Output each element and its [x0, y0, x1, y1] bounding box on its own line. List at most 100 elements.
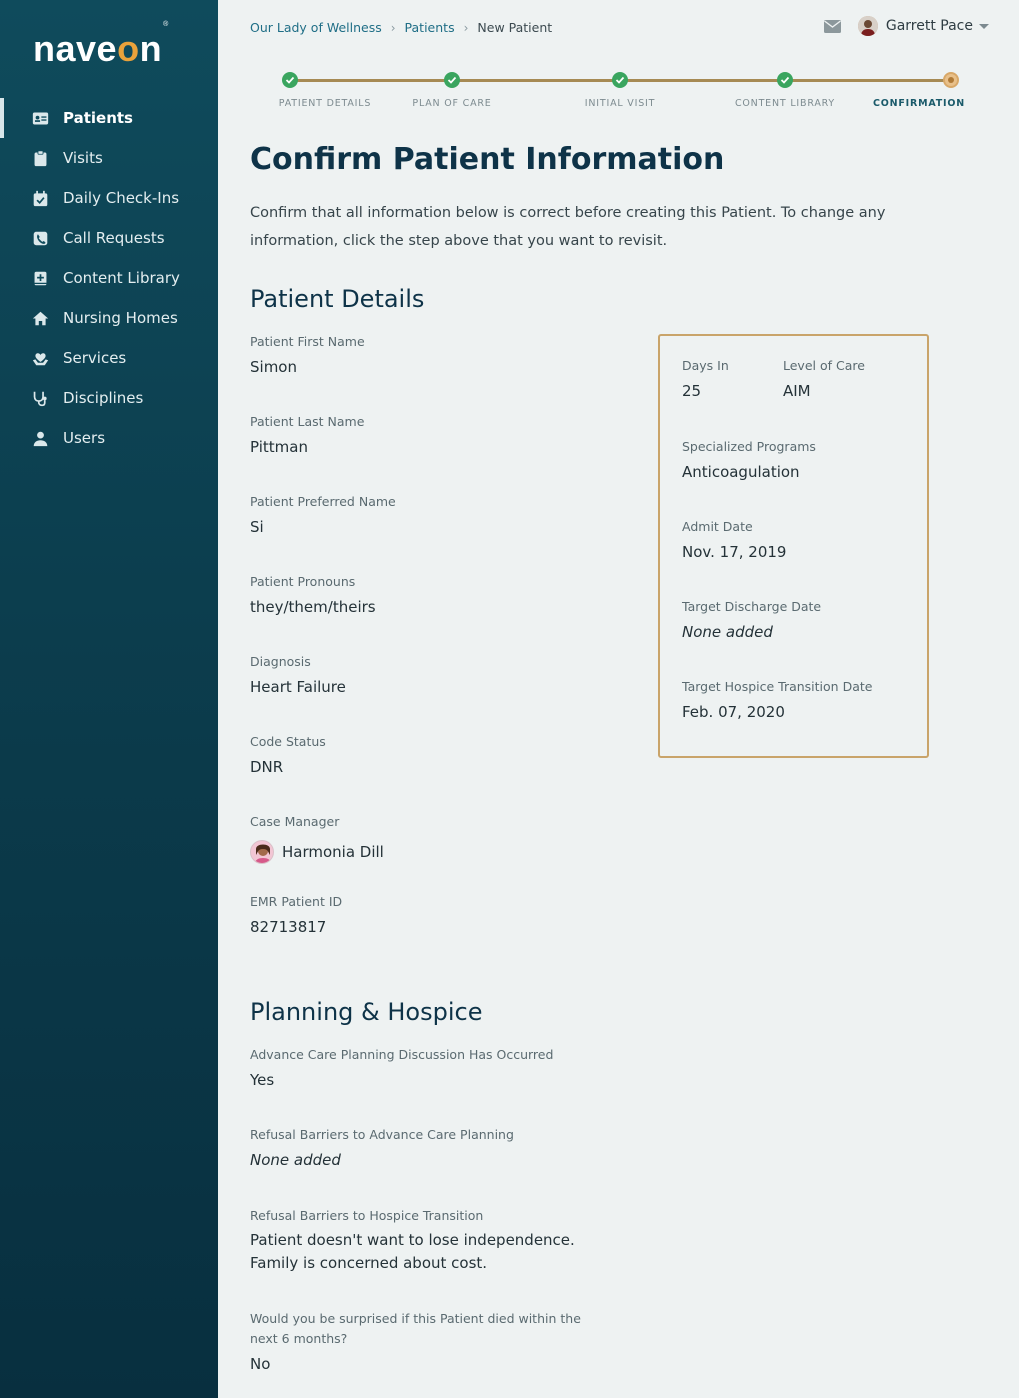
- user-icon: [31, 429, 49, 447]
- step-patient-details-check-icon[interactable]: [282, 72, 298, 88]
- field-label: Code Status: [250, 734, 326, 749]
- breadcrumb-patients-link[interactable]: Patients: [405, 20, 455, 35]
- field-label: Advance Care Planning Discussion Has Occ…: [250, 1047, 554, 1062]
- field-label: Diagnosis: [250, 654, 311, 669]
- sidebar-item-content-library[interactable]: Content Library: [0, 258, 218, 298]
- field-label: Refusal Barriers to Hospice Transition: [250, 1208, 484, 1223]
- chevron-down-icon[interactable]: [979, 23, 989, 29]
- field-last-name: Patient Last Name Pittman: [250, 414, 610, 456]
- question-line: Would you be surprised if this Patient d…: [250, 1311, 581, 1326]
- step-plan-of-care-check-icon[interactable]: [444, 72, 460, 88]
- step-initial-visit-check-icon[interactable]: [612, 72, 628, 88]
- field-value: Simon: [250, 358, 297, 376]
- field-level-of-care: Level of Care AIM: [783, 358, 865, 400]
- step-confirmation-current-indicator[interactable]: [943, 72, 959, 88]
- sidebar-item-label: Nursing Homes: [63, 309, 178, 327]
- field-target-hospice-date: Target Hospice Transition Date Feb. 07, …: [682, 679, 872, 721]
- chevron-right-icon: ›: [390, 20, 396, 35]
- sidebar-item-label: Content Library: [63, 269, 180, 287]
- field-value: Yes: [250, 1071, 275, 1089]
- sidebar-item-patients[interactable]: Patients: [0, 98, 218, 138]
- chevron-right-icon: ›: [463, 20, 469, 35]
- breadcrumb-org-link[interactable]: Our Lady of Wellness: [250, 20, 382, 35]
- step-label-patient-details[interactable]: Patient Details: [279, 98, 371, 109]
- field-first-name: Patient First Name Simon: [250, 334, 610, 376]
- sidebar-item-disciplines[interactable]: Disciplines: [0, 378, 218, 418]
- field-preferred-name: Patient Preferred Name Si: [250, 494, 610, 536]
- field-label: Target Discharge Date: [682, 599, 822, 614]
- field-target-discharge-date: Target Discharge Date None added: [682, 599, 821, 641]
- field-label: Days In: [682, 358, 729, 373]
- step-content-library-check-icon[interactable]: [777, 72, 793, 88]
- field-label: Target Hospice Transition Date: [682, 679, 873, 694]
- section-heading-patient-details: Patient Details: [250, 285, 425, 313]
- field-value: Pittman: [250, 438, 308, 456]
- field-value: Anticoagulation: [682, 463, 800, 481]
- field-value: None added: [250, 1151, 341, 1169]
- field-hospice-barriers: Refusal Barriers to Hospice Transition P…: [250, 1208, 650, 1275]
- sidebar-item-users[interactable]: Users: [0, 418, 218, 458]
- barrier-line: Family is concerned about cost.: [250, 1254, 488, 1272]
- admission-summary-card: Days In 25 Level of Care AIM Specialized…: [658, 334, 929, 758]
- page-title: Confirm Patient Information: [250, 142, 725, 177]
- field-surprise-question: Would you be surprised if this Patient d…: [250, 1309, 650, 1373]
- breadcrumb: Our Lady of Wellness › Patients › New Pa…: [250, 20, 552, 35]
- field-value: 82713817: [250, 918, 327, 936]
- field-value: Heart Failure: [250, 678, 346, 696]
- sidebar-item-label: Users: [63, 429, 106, 447]
- breadcrumb-current: New Patient: [477, 20, 553, 35]
- field-acp-barriers: Refusal Barriers to Advance Care Plannin…: [250, 1127, 650, 1169]
- clipboard-icon: [31, 149, 49, 167]
- calendar-check-icon: [31, 189, 49, 207]
- home-icon: [31, 309, 49, 327]
- field-label: Admit Date: [682, 519, 753, 534]
- field-specialized-programs: Specialized Programs Anticoagulation: [682, 439, 816, 481]
- step-label-content-library[interactable]: Content Library: [735, 98, 835, 109]
- sidebar-item-label: Disciplines: [63, 389, 144, 407]
- sidebar-item-label: Patients: [63, 109, 133, 127]
- sidebar-item-nursing-homes[interactable]: Nursing Homes: [0, 298, 218, 338]
- sidebar-item-daily-check-ins[interactable]: Daily Check-Ins: [0, 178, 218, 218]
- id-card-icon: [31, 109, 49, 127]
- intro-text: Confirm that all information below is co…: [250, 205, 886, 249]
- case-manager-chip: Harmonia Dill: [250, 840, 610, 864]
- sidebar-item-call-requests[interactable]: Call Requests: [0, 218, 218, 258]
- field-value: Nov. 17, 2019: [682, 543, 787, 561]
- field-label: EMR Patient ID: [250, 894, 343, 909]
- sidebar-nav: Patients Visits Daily Check-Ins Call Req…: [0, 98, 218, 458]
- sidebar-item-label: Call Requests: [63, 229, 165, 247]
- step-label-plan-of-care[interactable]: Plan of Care: [412, 98, 491, 109]
- field-value: Patient doesn't want to lose independenc…: [250, 1229, 650, 1275]
- field-diagnosis: Diagnosis Heart Failure: [250, 654, 610, 696]
- avatar[interactable]: [857, 16, 878, 36]
- field-label: Specialized Programs: [682, 439, 816, 454]
- field-acp-discussion: Advance Care Planning Discussion Has Occ…: [250, 1047, 650, 1089]
- naveon-logo[interactable]: naveon®: [33, 21, 168, 70]
- field-admit-date: Admit Date Nov. 17, 2019: [682, 519, 786, 561]
- field-pronouns: Patient Pronouns they/them/theirs: [250, 574, 610, 616]
- sidebar-item-label: Services: [63, 349, 127, 367]
- field-label: Patient Last Name: [250, 414, 365, 429]
- step-label-confirmation: Confirmation: [872, 98, 966, 109]
- field-value: AIM: [783, 382, 811, 400]
- field-label: Would you be surprised if this Patient d…: [250, 1309, 650, 1349]
- envelope-icon[interactable]: [823, 19, 841, 33]
- phone-icon: [31, 229, 49, 247]
- field-emr-id: EMR Patient ID 82713817: [250, 894, 610, 936]
- sidebar-item-visits[interactable]: Visits: [0, 138, 218, 178]
- field-label: Patient First Name: [250, 334, 365, 349]
- sidebar: naveon® Patients Visits Daily Check-Ins …: [0, 0, 218, 1398]
- field-value: DNR: [250, 758, 284, 776]
- sidebar-item-services[interactable]: Services: [0, 338, 218, 378]
- avatar: [250, 840, 274, 864]
- progress-stepper: Patient Details Plan of Care Initial Vis…: [279, 70, 970, 110]
- field-code-status: Code Status DNR: [250, 734, 610, 776]
- user-name[interactable]: Garrett Pace: [886, 18, 973, 34]
- field-value: Feb. 07, 2020: [682, 703, 785, 721]
- sidebar-item-label: Visits: [63, 149, 103, 167]
- step-label-initial-visit[interactable]: Initial Visit: [585, 98, 655, 109]
- field-value: None added: [682, 623, 773, 641]
- field-value: they/them/theirs: [250, 598, 376, 616]
- field-label: Case Manager: [250, 814, 340, 829]
- field-days-in: Days In 25: [682, 358, 729, 400]
